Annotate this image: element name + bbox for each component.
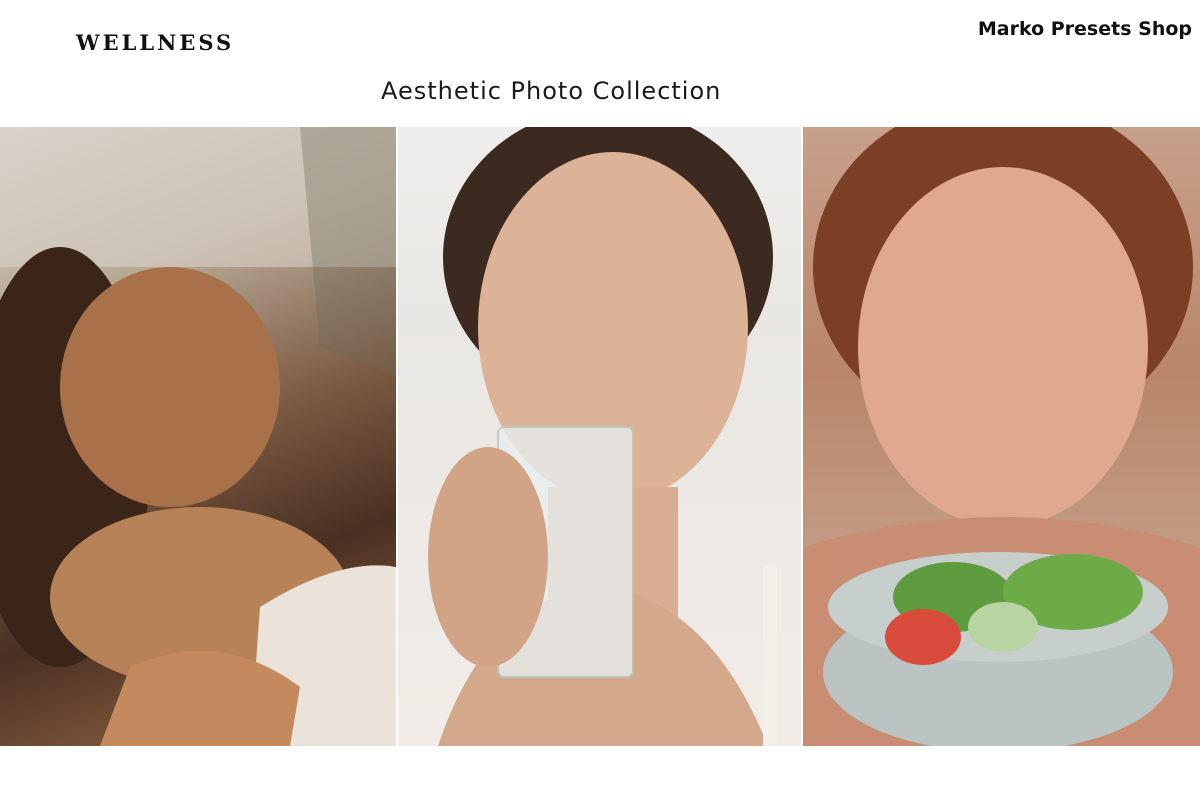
photo-spa-relaxation	[0, 127, 396, 746]
collection-subtitle: Aesthetic Photo Collection	[381, 77, 722, 105]
brand-title: WELLNESS	[76, 30, 235, 55]
shop-name: Marko Presets Shop	[977, 18, 1192, 40]
photo-drinking-water	[398, 127, 801, 746]
photo-salad-bowl	[803, 127, 1200, 746]
